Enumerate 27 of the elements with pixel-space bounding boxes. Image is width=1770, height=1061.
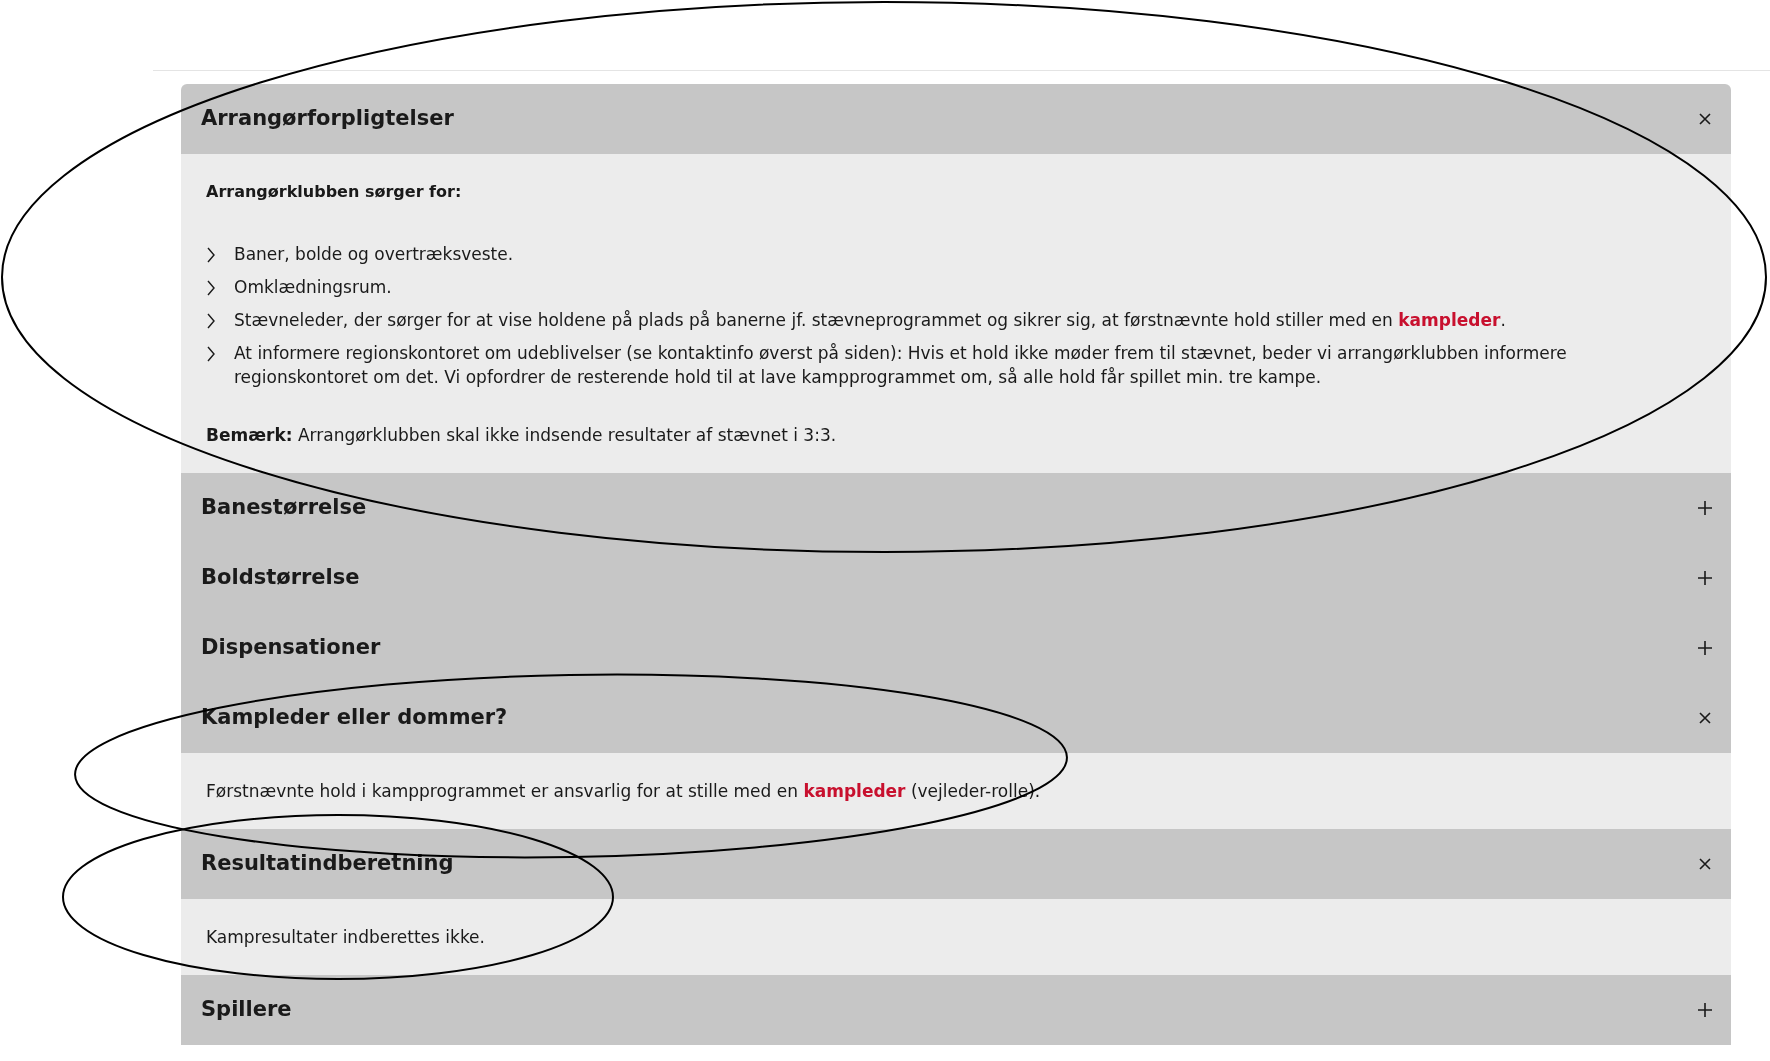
close-icon: [1697, 856, 1713, 872]
accordion-header[interactable]: Banestørrelse: [181, 473, 1731, 543]
chevron-icon: [206, 280, 216, 296]
chevron-icon: [206, 247, 216, 263]
paragraph: Kampresultater indberettes ikke.: [206, 926, 486, 949]
list-item-text: Stævneleder, der sørger for at vise holdene på plads på banerne jf. stævneprogrammet og sikrer sig, at førstnævnte hold stiller med en kampleder.: [234, 309, 1506, 332]
list-item-text: Omklædningsrum.: [234, 276, 392, 299]
list-item-text: At informere regionskontoret om udeblivelser (se kontaktinfo øverst på siden): Hvis et hold ikke møder frem til stævnet, beder vi arrangørklubben informere regionskontoret om det. Vi opfordrer de resterende hold til at lave kampprogrammet om, så alle hold får spillet min. tre kampe.: [234, 342, 1568, 389]
accordion-header[interactable]: Boldstørrelse: [181, 543, 1731, 613]
section-heading: Arrangørklubben sørger for:: [206, 181, 463, 203]
accordion-header[interactable]: Arrangørforpligtelser: [181, 84, 1731, 154]
link[interactable]: kampleder: [1398, 310, 1501, 330]
link[interactable]: kampleder: [803, 781, 906, 801]
accordion-header[interactable]: Dispensationer: [181, 613, 1731, 683]
plus-icon: [1697, 1002, 1713, 1018]
accordion-header[interactable]: Spillere: [181, 975, 1731, 1045]
close-icon: [1697, 111, 1713, 127]
paragraph: Bemærk: Arrangørklubben skal ikke indsende resultater af stævnet i 3:3.: [206, 424, 838, 447]
plus-icon: [1697, 570, 1713, 586]
chevron-icon: [206, 346, 216, 362]
plus-icon: [1697, 640, 1713, 656]
accordion-header[interactable]: Kampleder eller dommer?: [181, 683, 1731, 753]
chevron-icon: [206, 313, 216, 329]
plus-icon: [1697, 500, 1713, 516]
accordion-header[interactable]: Resultatindberetning: [181, 829, 1731, 899]
list-item-text: Baner, bolde og overtræksveste.: [234, 243, 514, 266]
close-icon: [1697, 710, 1713, 726]
